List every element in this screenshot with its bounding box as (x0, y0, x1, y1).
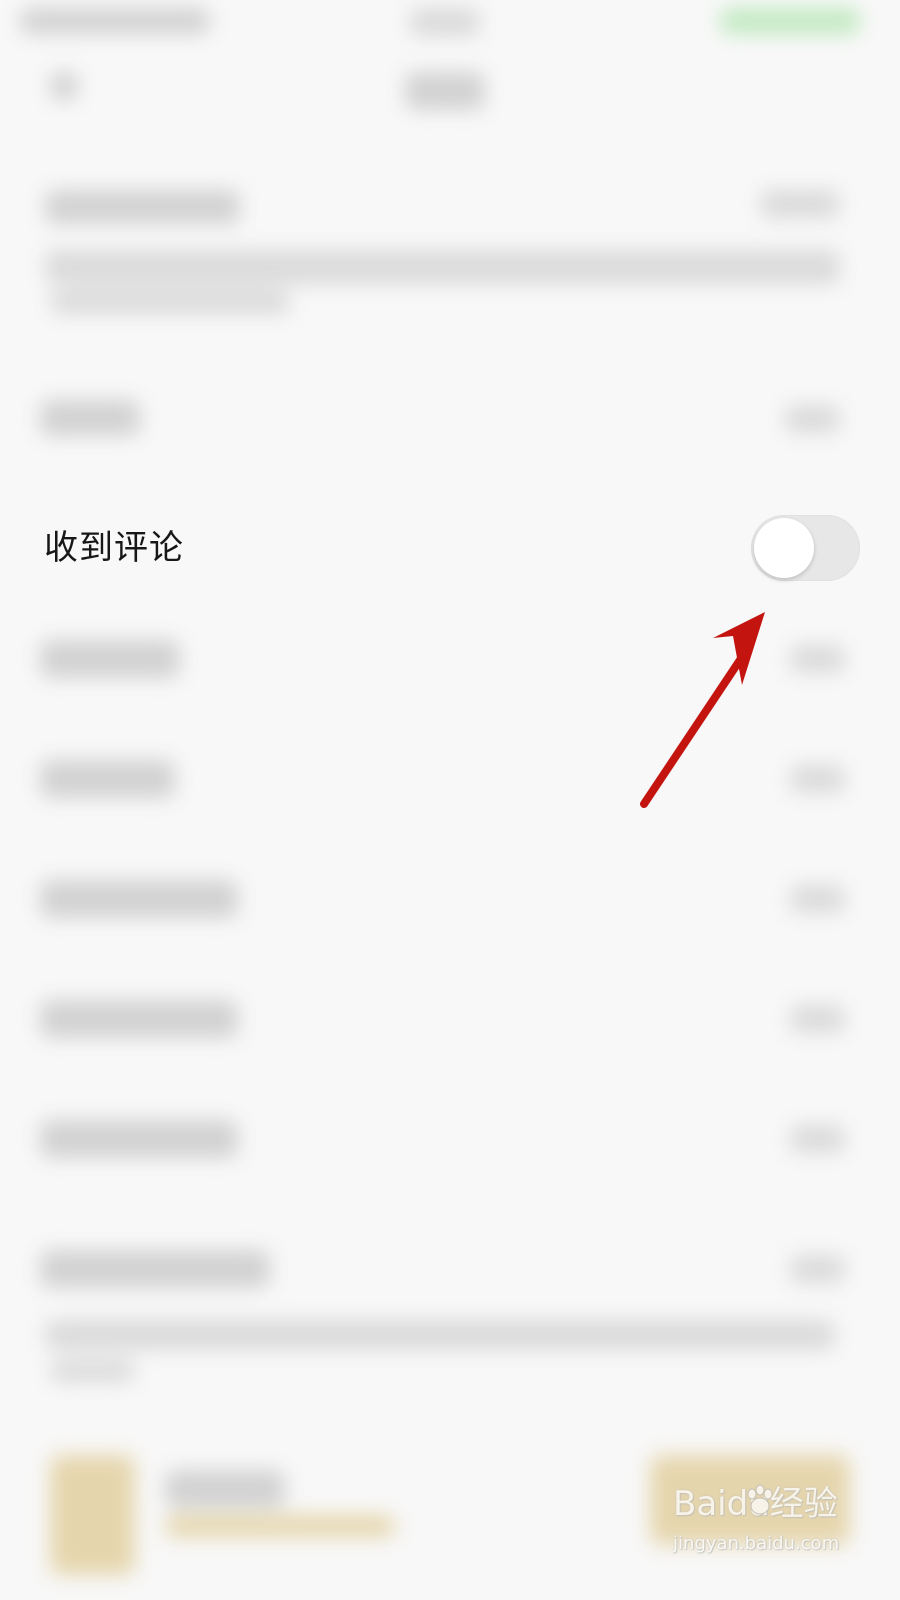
toggle-knob (754, 518, 814, 578)
baidu-jingyan-watermark: Baidu经验 jingyan.baidu.com (673, 1482, 858, 1572)
watermark-url-text: jingyan.baidu.com (673, 1533, 840, 1554)
red-arrow-icon (640, 612, 765, 808)
received-comments-label: 收到评论 (44, 528, 184, 568)
received-comments-toggle[interactable] (751, 515, 860, 581)
paw-icon (747, 1484, 773, 1515)
received-comments-setting-row: 收到评论 (0, 500, 900, 596)
notification-settings-screen: 收到评论 Baidu经验 jingyan.baidu.com (0, 0, 900, 1600)
